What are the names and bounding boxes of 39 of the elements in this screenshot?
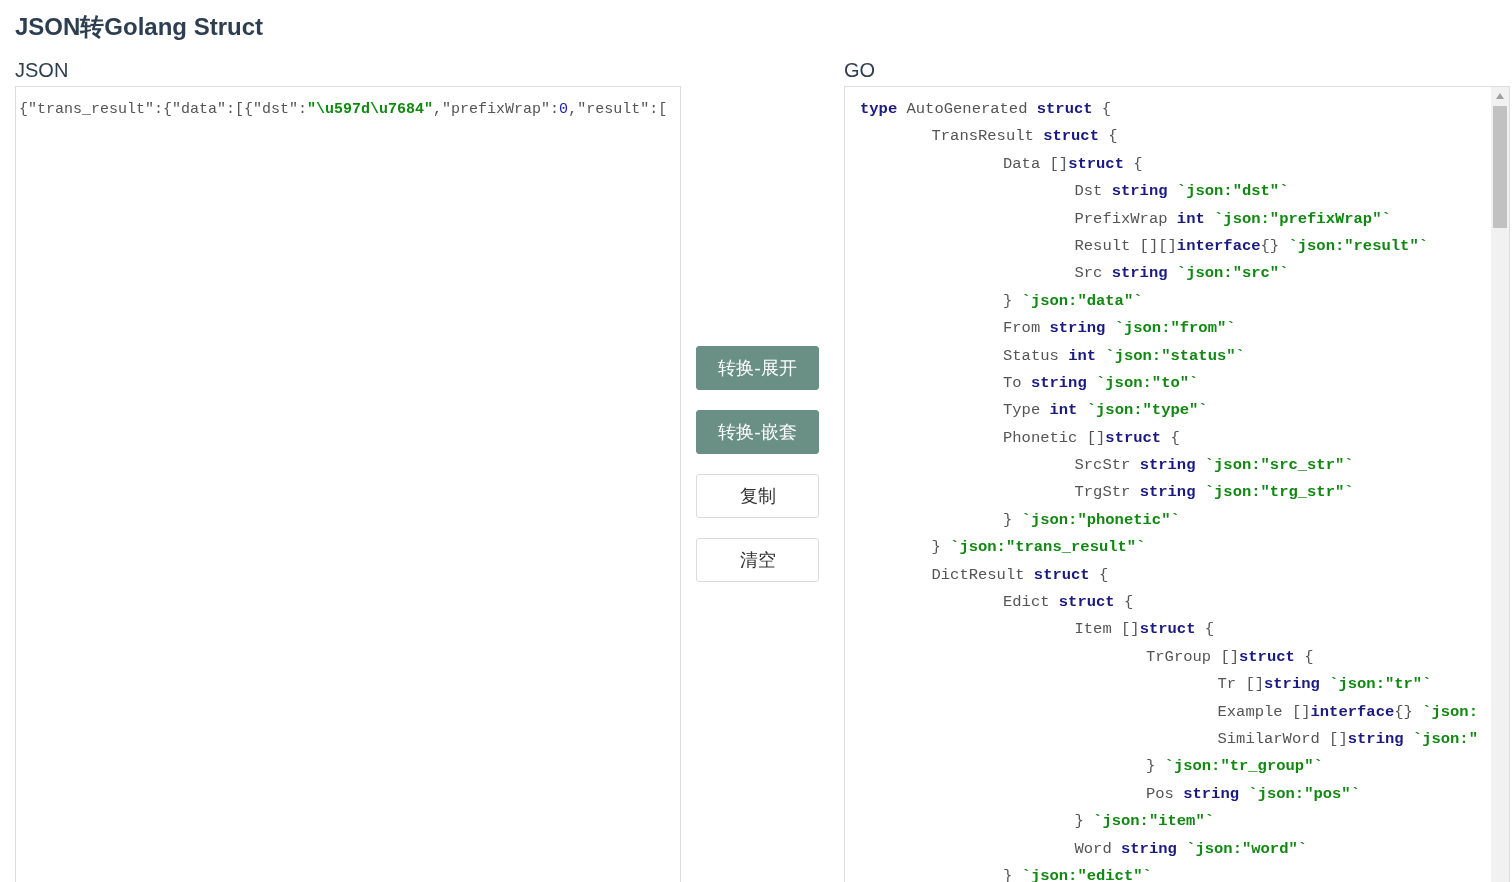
code-line: Phonetic []struct { bbox=[1002, 427, 1181, 449]
code-line: SrcStr string `json:"src_str"` bbox=[1073, 455, 1355, 477]
code-line: } `json:"tr_group"` bbox=[1145, 756, 1324, 778]
scrollbar[interactable] bbox=[1491, 87, 1509, 882]
code-line: Result [][]interface{} `json:"result"` bbox=[1073, 235, 1429, 257]
code-line: PrefixWrap int `json:"prefixWrap"` bbox=[1073, 208, 1392, 230]
code-line: Tr []string `json:"tr"` bbox=[1216, 674, 1433, 696]
code-line: } `json:"data"` bbox=[1002, 290, 1144, 312]
code-line: } `json:"phonetic"` bbox=[1002, 509, 1181, 531]
go-label: GO bbox=[844, 58, 877, 82]
action-button[interactable]: 复制 bbox=[696, 474, 819, 518]
scroll-up-icon[interactable] bbox=[1496, 93, 1504, 99]
action-button[interactable]: 转换-嵌套 bbox=[696, 410, 819, 454]
code-line: TransResult struct { bbox=[930, 126, 1119, 148]
code-line: DictResult struct { bbox=[930, 564, 1110, 586]
code-line: Word string `json:"word"` bbox=[1073, 838, 1309, 860]
code-line: } `json:"item"` bbox=[1073, 811, 1216, 833]
json-label: JSON bbox=[15, 58, 70, 82]
action-button[interactable]: 转换-展开 bbox=[696, 346, 819, 390]
page-title: JSON转Golang Struct bbox=[15, 12, 265, 42]
code-line: Example []interface{} `json: bbox=[1216, 701, 1479, 723]
code-line: TrgStr string `json:"trg_str"` bbox=[1073, 482, 1355, 504]
code-line: } `json:"trans_result"` bbox=[930, 537, 1147, 559]
code-line: Dst string `json:"dst"` bbox=[1073, 181, 1290, 203]
code-line: To string `json:"to"` bbox=[1002, 372, 1200, 394]
code-line: Edict struct { bbox=[1002, 592, 1135, 614]
code-line: From string `json:"from"` bbox=[1002, 318, 1237, 340]
code-line: Src string `json:"src"` bbox=[1073, 263, 1290, 285]
code-line: TrGroup []struct { bbox=[1145, 646, 1315, 668]
code-line: type AutoGenerated struct { bbox=[860, 99, 1113, 120]
code-line: Status int `json:"status"` bbox=[1002, 345, 1246, 367]
json-input-field[interactable]: {"trans_result":{"data":[{"dst":"\u597d\u7684","prefixWrap":0,"result":[ bbox=[15, 86, 681, 882]
scroll-thumb[interactable] bbox=[1493, 106, 1507, 228]
code-line: Item []struct { bbox=[1073, 619, 1216, 641]
code-line: Data []struct { bbox=[1002, 153, 1144, 175]
code-line: Type int `json:"type"` bbox=[1002, 400, 1209, 422]
code-line: SimilarWord []string `json:" bbox=[1216, 729, 1479, 750]
code-line: Pos string `json:"pos"` bbox=[1145, 783, 1361, 805]
action-button[interactable]: 清空 bbox=[696, 538, 819, 582]
